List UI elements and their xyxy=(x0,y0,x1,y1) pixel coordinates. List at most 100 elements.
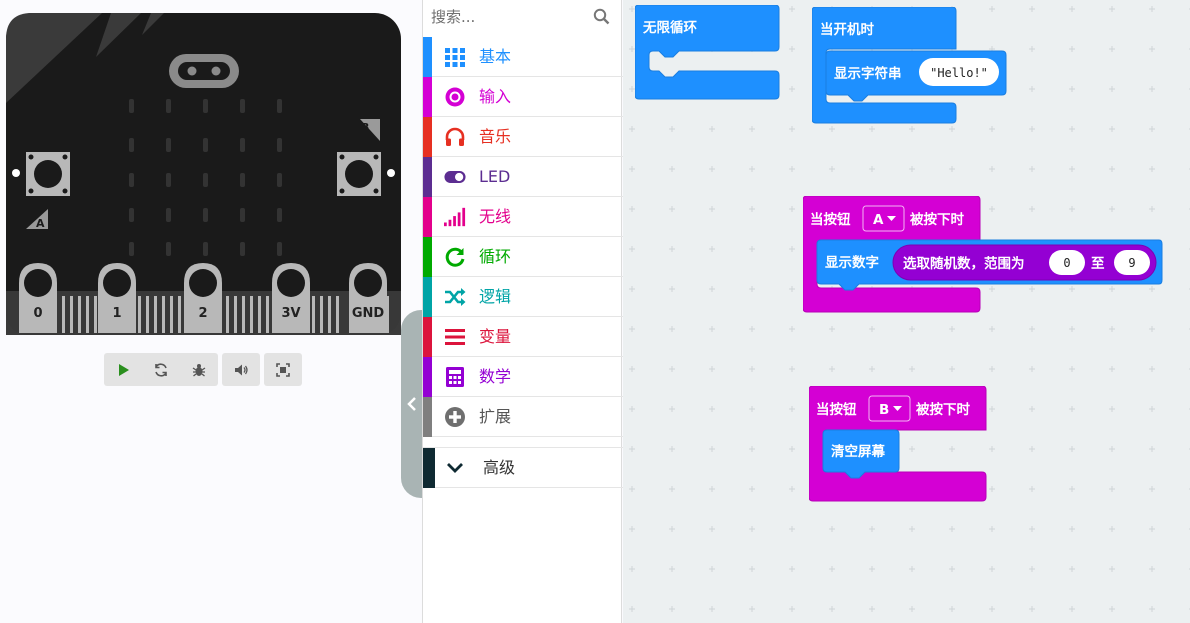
category-led[interactable]: LED xyxy=(423,157,623,197)
category-variables[interactable]: 变量 xyxy=(423,317,623,357)
forever-block[interactable]: 无限循环 xyxy=(635,5,781,101)
svg-text:1: 1 xyxy=(112,306,121,321)
svg-text:GND: GND xyxy=(352,306,385,321)
sound-icon xyxy=(235,364,248,375)
category-label: 无线 xyxy=(479,207,512,226)
show-number-block[interactable]: 显示数字 选取随机数，范围为 0 至 9 xyxy=(816,239,1163,291)
on-start-block[interactable]: 当开机时 显示字符串 "Hello!" xyxy=(812,7,1008,125)
collapse-simulator-button[interactable] xyxy=(401,310,423,498)
clear-screen-block[interactable]: 清空屏幕 xyxy=(822,429,900,479)
app-root: 0 1 2 3V GND A B 搜索... 基本 输入 音乐 LED 无线 循… xyxy=(0,0,1190,623)
plus-circle-icon xyxy=(444,406,466,428)
show-number-label: 显示数字 xyxy=(825,254,879,271)
category-color-bar xyxy=(423,197,432,237)
on-start-block-label: 当开机时 xyxy=(820,21,874,38)
mute-button[interactable] xyxy=(222,353,260,386)
run-controls xyxy=(104,353,218,386)
simulator-controls xyxy=(104,353,302,386)
toggle-icon xyxy=(444,166,466,188)
debug-button[interactable] xyxy=(180,353,218,386)
blocks-workspace[interactable]: 无限循环 当开机时 显示字符串 "Hello!" 当按钮 A 被按下时 显示数字… xyxy=(623,0,1190,623)
clear-screen-label: 清空屏幕 xyxy=(831,443,885,460)
pin-1[interactable]: 1 xyxy=(98,263,136,333)
category-label: 扩展 xyxy=(479,407,512,426)
on-button-label-pre: 当按钮 xyxy=(810,211,851,228)
category-color-bar xyxy=(423,357,432,397)
signal-icon xyxy=(444,206,466,228)
category-label: 输入 xyxy=(479,87,512,106)
category-color-bar xyxy=(423,157,432,197)
category-label: 数学 xyxy=(479,367,512,386)
category-color-bar xyxy=(423,237,432,277)
pin-gnd[interactable]: GND xyxy=(349,263,387,333)
play-icon xyxy=(119,363,129,376)
string-value: "Hello!" xyxy=(930,66,988,80)
category-music[interactable]: 音乐 xyxy=(423,117,623,157)
on-button-label-post: 被按下时 xyxy=(910,211,964,228)
radio-icon xyxy=(444,86,466,108)
search-icon[interactable] xyxy=(593,8,610,25)
random-to-value: 9 xyxy=(1128,256,1135,270)
category-label: 基本 xyxy=(479,47,512,66)
pin-0[interactable]: 0 xyxy=(19,263,57,333)
button-a-dropdown[interactable]: A xyxy=(862,205,905,232)
grid-icon xyxy=(444,46,466,68)
category-basic[interactable]: 基本 xyxy=(423,37,623,77)
category-color-bar xyxy=(423,397,432,437)
pin-2[interactable]: 2 xyxy=(184,263,222,333)
category-label: 音乐 xyxy=(479,127,512,146)
button-a[interactable] xyxy=(26,152,70,196)
sound-group xyxy=(222,353,260,386)
restart-icon xyxy=(155,362,167,377)
category-loops[interactable]: 循环 xyxy=(423,237,623,277)
category-math[interactable]: 数学 xyxy=(423,357,623,397)
category-color-bar xyxy=(423,37,432,77)
random-label: 选取随机数，范围为 xyxy=(903,255,1025,272)
category-input[interactable]: 输入 xyxy=(423,77,623,117)
category-color-bar xyxy=(423,277,432,317)
on-button-a-block[interactable]: 当按钮 A 被按下时 显示数字 选取随机数，范围为 0 至 9 xyxy=(803,196,1165,316)
fullscreen-button[interactable] xyxy=(264,353,302,386)
svg-text:2: 2 xyxy=(198,306,207,321)
button-b-dropdown[interactable]: B xyxy=(868,395,911,422)
svg-text:B: B xyxy=(361,121,369,134)
category-radio[interactable]: 无线 xyxy=(423,197,623,237)
category-label: 高级 xyxy=(483,458,516,477)
category-label: 变量 xyxy=(479,327,512,346)
on-button-b-block[interactable]: 当按钮 B 被按下时 清空屏幕 xyxy=(809,386,991,504)
svg-text:0: 0 xyxy=(33,306,42,321)
random-from-value: 0 xyxy=(1063,256,1070,270)
dropdown-value: B xyxy=(879,402,889,418)
toolbox: 基本 输入 音乐 LED xyxy=(422,0,623,623)
headphones-icon xyxy=(444,126,466,148)
show-string-label: 显示字符串 xyxy=(834,65,902,82)
pin-3v[interactable]: 3V xyxy=(272,263,310,333)
category-color-bar xyxy=(423,77,432,117)
category-color-bar xyxy=(423,317,432,357)
on-button-label-post: 被按下时 xyxy=(916,401,970,418)
random-number-block[interactable]: 选取随机数，范围为 0 至 9 xyxy=(892,244,1157,281)
category-color-bar xyxy=(423,117,432,157)
shuffle-icon xyxy=(444,286,466,308)
simulator-panel: 0 1 2 3V GND A B xyxy=(0,0,422,623)
dropdown-value: A xyxy=(873,212,884,228)
category-extensions[interactable]: 扩展 xyxy=(423,397,623,437)
category-label: 逻辑 xyxy=(479,287,512,306)
category-color-bar xyxy=(423,448,435,488)
calculator-icon xyxy=(444,366,466,388)
fullscreen-group xyxy=(264,353,302,386)
category-label: LED xyxy=(479,167,511,186)
toolbox-search xyxy=(423,0,623,36)
category-advanced[interactable]: 高级 xyxy=(423,447,623,488)
on-button-label-pre: 当按钮 xyxy=(816,401,857,418)
play-button[interactable] xyxy=(104,353,142,386)
category-logic[interactable]: 逻辑 xyxy=(423,277,623,317)
restart-button[interactable] xyxy=(142,353,180,386)
microbit-board: 0 1 2 3V GND A B xyxy=(6,13,401,335)
fullscreen-icon xyxy=(276,362,290,377)
microbit-logo xyxy=(169,54,239,88)
search-input[interactable] xyxy=(431,4,591,30)
debug-icon xyxy=(192,363,206,377)
button-b[interactable] xyxy=(337,152,381,196)
show-string-block[interactable]: 显示字符串 "Hello!" xyxy=(825,50,1007,102)
